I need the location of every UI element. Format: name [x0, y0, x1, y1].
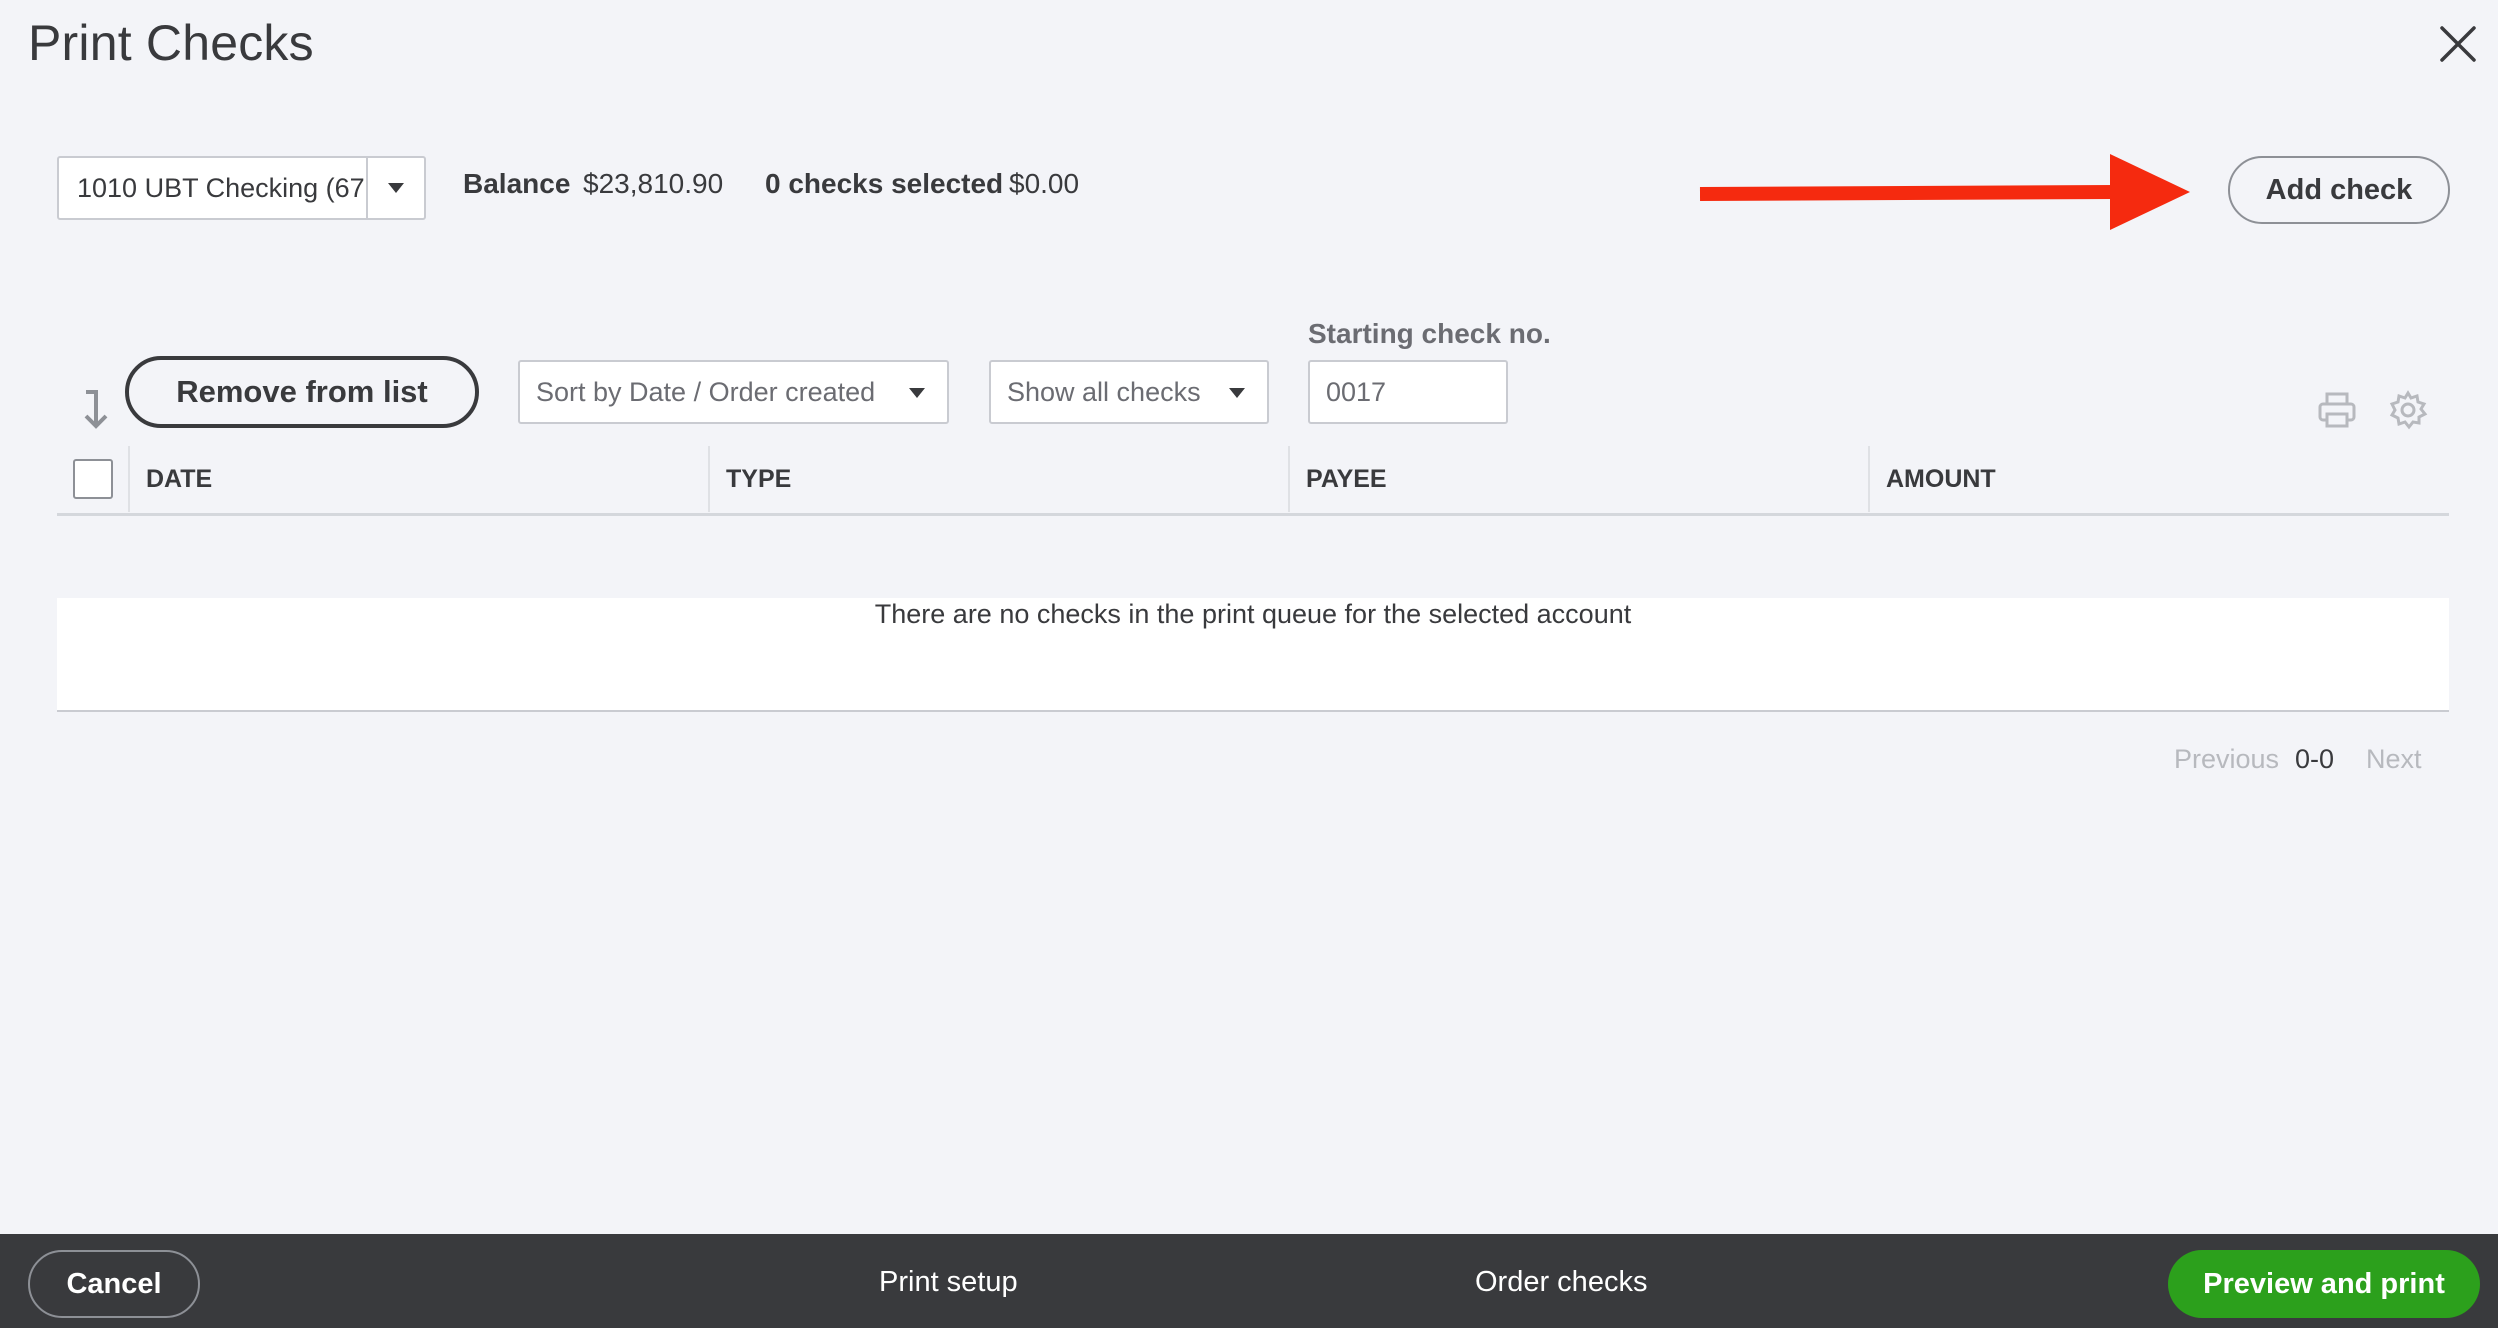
sort-select[interactable]: Sort by Date / Order created — [518, 360, 949, 424]
checks-selected-total: $0.00 — [1009, 168, 1080, 199]
column-type[interactable]: TYPE — [710, 446, 1290, 512]
sort-select-value: Sort by Date / Order created — [536, 376, 876, 407]
page-title: Print Checks — [28, 15, 314, 71]
preview-and-print-button[interactable]: Preview and print — [2168, 1250, 2480, 1318]
account-select[interactable]: 1010 UBT Checking (67 — [57, 156, 426, 220]
sort-arrow-icon[interactable] — [80, 388, 112, 435]
show-checks-select[interactable]: Show all checks — [989, 360, 1269, 424]
gear-icon[interactable] — [2388, 390, 2428, 435]
show-checks-select-value: Show all checks — [1007, 376, 1201, 407]
remove-from-list-button[interactable]: Remove from list — [125, 356, 479, 428]
chevron-down-icon — [1229, 388, 1245, 398]
starting-check-input[interactable]: 0017 — [1308, 360, 1508, 424]
starting-check-label: Starting check no. — [1308, 318, 1551, 349]
print-setup-link[interactable]: Print setup — [879, 1266, 1018, 1299]
red-arrow-annotation — [1699, 154, 2190, 230]
close-icon[interactable] — [2436, 22, 2480, 66]
checks-selected-label: 0 checks selected — [765, 168, 1004, 199]
account-dropdown-button[interactable] — [366, 158, 424, 218]
column-date[interactable]: DATE — [130, 446, 710, 512]
pagination-range: 0-0 — [2295, 744, 2335, 774]
order-checks-link[interactable]: Order checks — [1475, 1266, 1647, 1299]
chevron-down-icon — [909, 388, 925, 398]
select-all-cell — [57, 446, 130, 512]
pagination-next[interactable]: Next — [2366, 744, 2422, 775]
print-icon[interactable] — [2317, 390, 2357, 435]
pagination-previous[interactable]: Previous — [2174, 744, 2279, 775]
account-select-value: 1010 UBT Checking (67 — [77, 173, 365, 203]
column-payee[interactable]: PAYEE — [1290, 446, 1870, 512]
balance-value: $23,810.90 — [583, 168, 724, 199]
checks-table-header: DATE TYPE PAYEE AMOUNT — [57, 446, 2449, 516]
cancel-button[interactable]: Cancel — [28, 1250, 200, 1318]
dialog-footer: Cancel Print setup Order checks Preview … — [0, 1234, 2498, 1328]
balance-label: Balance — [463, 168, 571, 199]
select-all-checkbox[interactable] — [72, 459, 113, 499]
print-checks-dialog: Print Checks 1010 UBT Checking (67 Balan… — [0, 0, 2498, 1328]
chevron-down-icon — [388, 183, 404, 193]
column-amount[interactable]: AMOUNT — [1870, 446, 2449, 512]
add-check-button[interactable]: Add check — [2228, 156, 2450, 224]
empty-queue-message: There are no checks in the print queue f… — [57, 598, 2449, 712]
